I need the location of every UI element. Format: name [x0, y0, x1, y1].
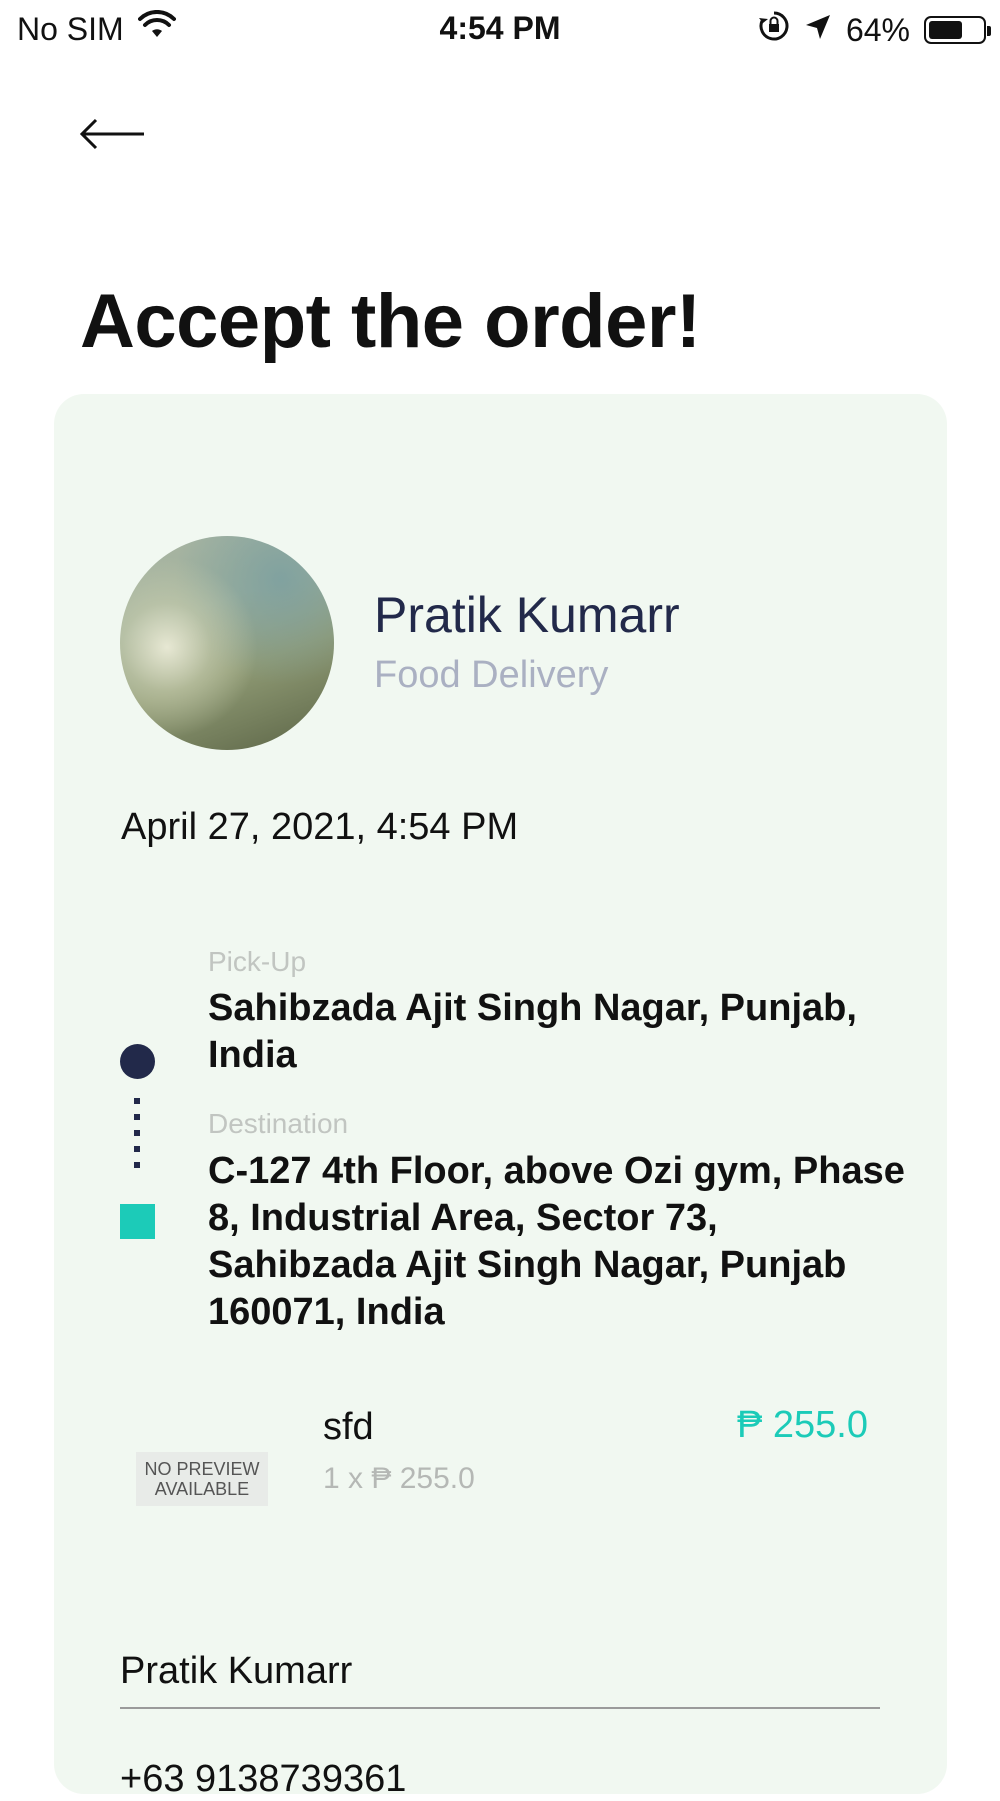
status-right: 64% — [758, 10, 991, 50]
page-title: Accept the order! — [80, 279, 701, 364]
item-total: ₱ 255.0 — [737, 1404, 868, 1446]
arrow-left-icon — [79, 118, 144, 150]
destination-address: C-127 4th Floor, above Ozi gym, Phase 8,… — [208, 1150, 905, 1333]
service-type: Food Delivery — [374, 654, 609, 696]
battery-level — [929, 21, 962, 39]
customer-name: Pratik Kumarr — [374, 587, 680, 643]
battery-icon — [924, 16, 991, 44]
item-name: sfd — [323, 1406, 374, 1448]
location-arrow-icon — [804, 12, 832, 49]
pickup-address: Sahibzada Ajit Singh Nagar, Punjab, Indi… — [208, 987, 857, 1076]
status-bar: No SIM 4:54 PM 64% — [0, 0, 1000, 56]
contact-phone: +63 9138739361 — [120, 1758, 407, 1800]
item-image-placeholder: NO PREVIEW AVAILABLE — [136, 1452, 268, 1506]
order-datetime: April 27, 2021, 4:54 PM — [121, 806, 519, 848]
battery-percent: 64% — [845, 11, 910, 48]
destination-label: Destination — [208, 1108, 349, 1139]
item-quantity-price: 1 x ₱ 255.0 — [323, 1462, 475, 1495]
pickup-label: Pick-Up — [208, 946, 307, 977]
back-button[interactable] — [78, 112, 148, 156]
contact-name-field: Pratik Kumarr — [120, 1650, 880, 1709]
no-preview-line2: AVAILABLE — [154, 1479, 250, 1499]
pickup-marker-icon — [120, 1044, 155, 1079]
route-dotted-line — [134, 1098, 140, 1174]
rotation-lock-icon — [758, 10, 790, 50]
destination-marker-icon — [120, 1204, 155, 1239]
avatar — [120, 536, 334, 750]
no-preview-line1: NO PREVIEW — [144, 1459, 260, 1479]
